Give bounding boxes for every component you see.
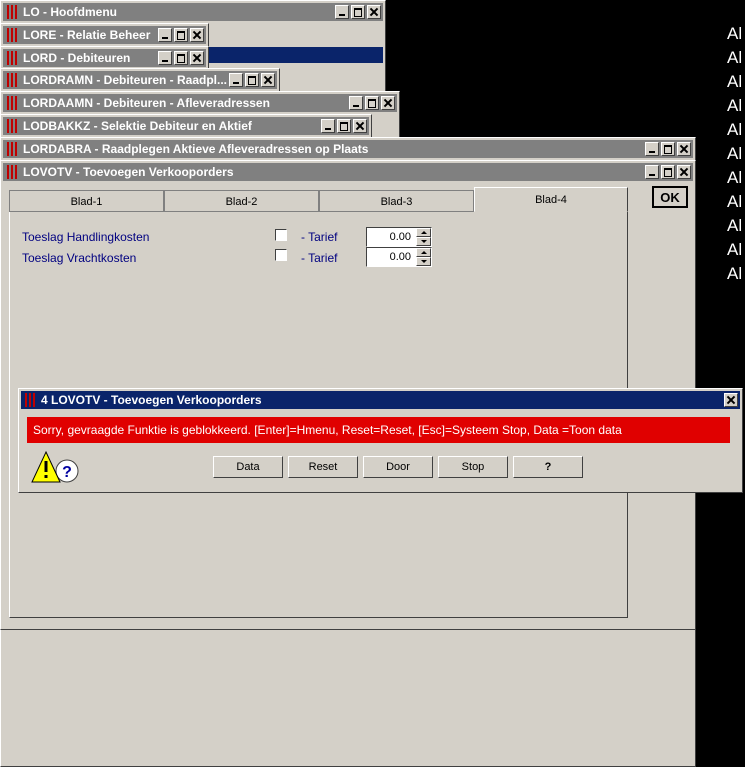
background-text: Al <box>727 264 743 283</box>
titlebar[interactable]: LORDRAMN - Debiteuren - Raadpl... <box>3 71 277 89</box>
close-button[interactable] <box>190 28 204 42</box>
tab-blad-4[interactable]: Blad-4 <box>474 187 628 212</box>
titlebar[interactable]: LORD - Debiteuren <box>3 49 206 67</box>
data-button[interactable]: Data <box>213 456 283 478</box>
background-text: Al <box>727 144 743 163</box>
error-message: Sorry, gevraagde Funktie is geblokkeerd.… <box>27 417 730 443</box>
close-button[interactable] <box>190 51 204 65</box>
maximize-button[interactable] <box>174 28 188 42</box>
maximize-button[interactable] <box>174 51 188 65</box>
dialog-titlebar[interactable]: 4 LOVOTV - Toevoegen Verkooporders <box>21 391 740 409</box>
app-icon <box>5 142 19 156</box>
handlingkosten-checkbox[interactable] <box>275 229 287 241</box>
minimize-button[interactable] <box>158 51 172 65</box>
titlebar[interactable]: LORDAAMN - Debiteuren - Afleveradressen <box>3 94 397 112</box>
vrachtkosten-checkbox[interactable] <box>275 249 287 261</box>
window-title: LORDAAMN - Debiteuren - Afleveradressen <box>23 96 270 110</box>
help-button[interactable]: ? <box>513 456 583 478</box>
maximize-button[interactable] <box>245 73 259 87</box>
background-text: Al <box>727 96 743 115</box>
reset-button[interactable]: Reset <box>288 456 358 478</box>
stop-button[interactable]: Stop <box>438 456 508 478</box>
spin-down-icon[interactable] <box>416 257 431 266</box>
close-button[interactable] <box>724 393 738 407</box>
window-title: LORDRAMN - Debiteuren - Raadpl... <box>23 73 228 87</box>
window-title: LOVOTV - Toevoegen Verkooporders <box>23 165 234 179</box>
svg-text:?: ? <box>62 464 72 481</box>
window-title: LODBAKKZ - Selektie Debiteur en Aktief <box>23 119 252 133</box>
background-text: Al <box>727 120 743 139</box>
app-icon <box>5 119 19 133</box>
app-icon <box>5 73 19 87</box>
tarief-label: - Tarief <box>301 230 338 244</box>
spin-up-icon[interactable] <box>416 248 431 257</box>
vrachtkosten-tarief-input[interactable]: 0.00 <box>366 247 432 267</box>
app-icon <box>5 51 19 65</box>
minimize-button[interactable] <box>158 28 172 42</box>
window-lord-debiteuren[interactable]: LORD - Debiteuren <box>0 46 209 70</box>
tab-blad-1[interactable]: Blad-1 <box>9 190 164 212</box>
titlebar[interactable]: LO - Hoofdmenu <box>3 3 383 21</box>
background-text: Al <box>727 192 743 211</box>
close-button[interactable] <box>261 73 275 87</box>
background-text: Al <box>727 216 743 235</box>
tarief-value: 0.00 <box>389 251 411 263</box>
background-text: Al <box>727 48 743 67</box>
minimize-button[interactable] <box>645 165 659 179</box>
close-button[interactable] <box>381 96 395 110</box>
vrachtkosten-label: Toeslag Vrachtkosten <box>22 251 137 265</box>
window-title: LORDABRA - Raadplegen Aktieve Afleveradr… <box>23 142 369 156</box>
door-button[interactable]: Door <box>363 456 433 478</box>
tarief-label: - Tarief <box>301 251 338 265</box>
titlebar[interactable]: LOVOTV - Toevoegen Verkooporders <box>3 163 693 181</box>
maximize-button[interactable] <box>661 165 675 179</box>
warning-help-icon: ? <box>31 449 81 489</box>
titlebar[interactable]: LORDABRA - Raadplegen Aktieve Afleveradr… <box>3 140 693 158</box>
minimize-button[interactable] <box>349 96 363 110</box>
background-text: Al <box>727 24 743 43</box>
window-title: LO - Hoofdmenu <box>23 5 117 19</box>
maximize-button[interactable] <box>661 142 675 156</box>
dialog-title: 4 LOVOTV - Toevoegen Verkooporders <box>41 393 262 407</box>
titlebar[interactable]: LORE - Relatie Beheer <box>3 26 206 44</box>
background-text: Al <box>727 72 743 91</box>
close-button[interactable] <box>677 165 691 179</box>
window-title: LORD - Debiteuren <box>23 51 131 65</box>
titlebar[interactable]: LODBAKKZ - Selektie Debiteur en Aktief <box>3 117 369 135</box>
minimize-button[interactable] <box>335 5 349 19</box>
background-text: Al <box>727 168 743 187</box>
spin-up-icon[interactable] <box>416 228 431 237</box>
app-icon <box>5 96 19 110</box>
tab-blad-3[interactable]: Blad-3 <box>319 190 474 212</box>
app-icon <box>5 165 19 179</box>
maximize-button[interactable] <box>337 119 351 133</box>
maximize-button[interactable] <box>365 96 379 110</box>
spin-down-icon[interactable] <box>416 237 431 246</box>
handlingkosten-tarief-input[interactable]: 0.00 <box>366 227 432 247</box>
error-dialog[interactable]: 4 LOVOTV - Toevoegen Verkooporders Sorry… <box>18 388 743 493</box>
app-icon <box>5 28 19 42</box>
tarief-spinner[interactable] <box>416 228 431 246</box>
background-text: Al <box>727 240 743 259</box>
close-button[interactable] <box>367 5 381 19</box>
minimize-button[interactable] <box>229 73 243 87</box>
close-button[interactable] <box>677 142 691 156</box>
app-icon <box>23 393 37 407</box>
minimize-button[interactable] <box>645 142 659 156</box>
tarief-value: 0.00 <box>389 231 411 243</box>
window-title: LORE - Relatie Beheer <box>23 28 151 42</box>
ok-button[interactable]: OK <box>652 186 688 208</box>
close-button[interactable] <box>353 119 367 133</box>
tab-blad-2[interactable]: Blad-2 <box>164 190 319 212</box>
app-icon <box>5 5 19 19</box>
minimize-button[interactable] <box>321 119 335 133</box>
maximize-button[interactable] <box>351 5 365 19</box>
handlingkosten-label: Toeslag Handlingkosten <box>22 230 150 244</box>
tarief-spinner[interactable] <box>416 248 431 266</box>
window-lore-relatie-beheer[interactable]: LORE - Relatie Beheer <box>0 23 209 47</box>
